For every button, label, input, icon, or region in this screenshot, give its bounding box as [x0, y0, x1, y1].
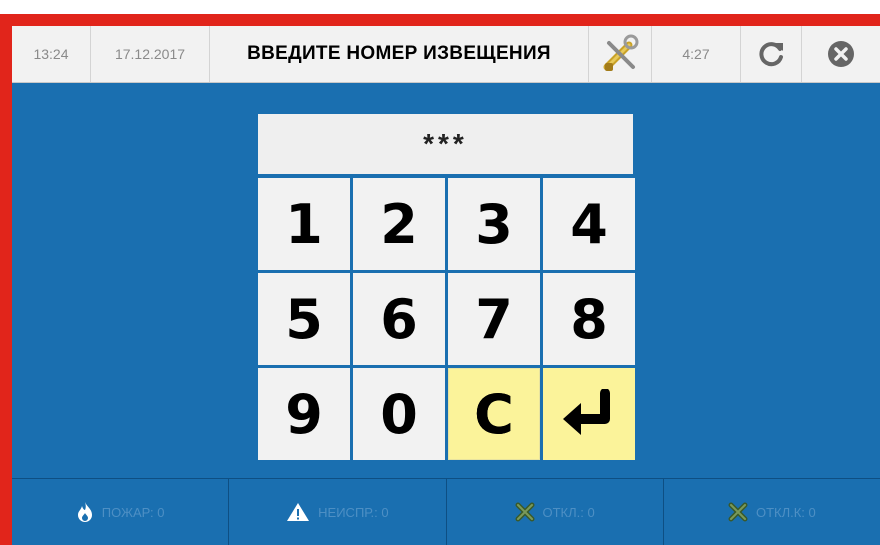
- clear-label: C: [474, 382, 514, 446]
- status-off-label: ОТКЛ.: 0: [542, 504, 595, 520]
- keypad: 1 2 3 4 5 6 7 8 9 0 C: [258, 178, 636, 462]
- screen: 13:24 17.12.2017 ВВЕДИТЕ НОМЕР ИЗВЕЩЕНИЯ…: [12, 26, 880, 545]
- key-2[interactable]: 2: [353, 178, 445, 270]
- code-display: ***: [258, 114, 633, 174]
- tools-button[interactable]: [589, 26, 652, 82]
- clock-time: 13:24: [12, 26, 91, 82]
- tools-icon: [603, 34, 639, 71]
- warning-icon: [286, 502, 310, 522]
- key-1[interactable]: 1: [258, 178, 350, 270]
- device-frame: 13:24 17.12.2017 ВВЕДИТЕ НОМЕР ИЗВЕЩЕНИЯ…: [0, 14, 880, 545]
- clock-date: 17.12.2017: [91, 26, 210, 82]
- key-4[interactable]: 4: [543, 178, 635, 270]
- key-7[interactable]: 7: [448, 273, 540, 365]
- status-fault-label: НЕИСПР.: 0: [318, 504, 389, 520]
- key-8[interactable]: 8: [543, 273, 635, 365]
- status-off[interactable]: ОТКЛ.: 0: [447, 479, 664, 545]
- key-6[interactable]: 6: [353, 273, 445, 365]
- fire-icon: [76, 501, 94, 523]
- key-0[interactable]: 0: [353, 368, 445, 460]
- key-9[interactable]: 9: [258, 368, 350, 460]
- refresh-icon: [759, 42, 783, 67]
- status-bar: ПОЖАР: 0 НЕИСПР.: 0 ОТКЛ.: 0 ОТКЛ.К: 0: [12, 478, 880, 545]
- cross-icon: [515, 502, 535, 522]
- status-fire[interactable]: ПОЖАР: 0: [12, 479, 230, 545]
- page-title: ВВЕДИТЕ НОМЕР ИЗВЕЩЕНИЯ: [210, 26, 589, 82]
- enter-arrow-icon: [563, 389, 610, 435]
- key-5[interactable]: 5: [258, 273, 350, 365]
- close-button[interactable]: [802, 26, 880, 82]
- key-3[interactable]: 3: [448, 178, 540, 270]
- enter-button[interactable]: [543, 368, 635, 460]
- status-fault[interactable]: НЕИСПР.: 0: [229, 479, 447, 545]
- cross-icon: [728, 502, 748, 522]
- status-fire-label: ПОЖАР: 0: [101, 504, 165, 520]
- clear-button[interactable]: C: [448, 368, 540, 460]
- close-circle-icon: [828, 41, 854, 67]
- refresh-button[interactable]: [741, 26, 802, 82]
- status-offk-label: ОТКЛ.К: 0: [755, 504, 816, 520]
- timer: 4:27: [652, 26, 741, 82]
- top-bar: 13:24 17.12.2017 ВВЕДИТЕ НОМЕР ИЗВЕЩЕНИЯ…: [12, 26, 880, 83]
- status-offk[interactable]: ОТКЛ.К: 0: [664, 479, 880, 545]
